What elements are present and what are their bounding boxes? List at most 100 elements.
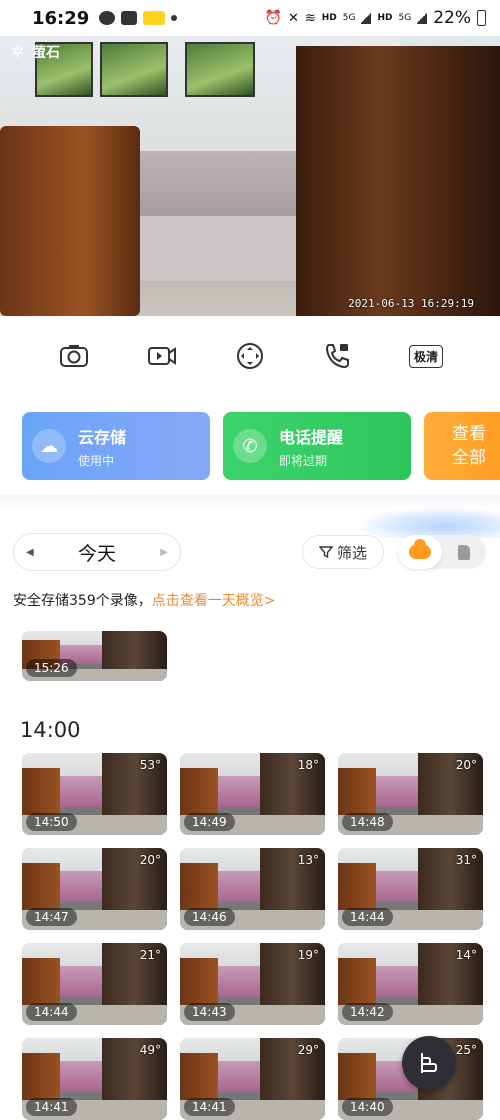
phone-alert-status: 即将过期 — [279, 453, 328, 468]
network-label-2: 5G — [342, 13, 356, 23]
cloud-source-option[interactable] — [398, 535, 442, 569]
recording-time: 14:44 — [26, 1003, 77, 1021]
date-selector[interactable]: ◀ 今天 ▶ — [13, 533, 181, 571]
view-all-line2: 全部 — [452, 448, 486, 468]
cloud-storage-title: 云存储 — [78, 427, 127, 447]
recording-angle: 20° — [139, 853, 161, 867]
network-label-1: HD — [321, 13, 337, 23]
recording-time: 14:41 — [184, 1098, 235, 1116]
ezviz-logo-icon: ✲ — [11, 42, 25, 61]
filter-button[interactable]: 筛选 — [302, 535, 384, 569]
timeline-icon — [421, 1053, 437, 1073]
network-label-3: HD — [377, 13, 393, 23]
cloud-icon — [409, 539, 431, 559]
recording-thumbnail[interactable]: 31° 14:44 — [338, 848, 483, 930]
recording-time: 15:26 — [26, 659, 77, 677]
summary-text: 安全存储359个录像， — [13, 593, 152, 609]
battery-icon — [477, 10, 486, 26]
recording-time: 14:43 — [184, 1003, 235, 1021]
recording-time: 14:44 — [342, 908, 393, 926]
recording-time: 14:47 — [26, 908, 77, 926]
cloud-storage-status: 使用中 — [78, 453, 115, 468]
recording-time: 14:46 — [184, 908, 235, 926]
recording-angle: 13° — [297, 853, 319, 867]
date-label: 今天 — [77, 542, 116, 565]
cloud-storage-card[interactable]: ☁ 云存储 使用中 — [22, 412, 210, 480]
view-all-line1: 查看 — [452, 424, 486, 444]
clock: 16:29 — [32, 7, 90, 29]
notification-icons — [99, 11, 178, 25]
more-notifications-icon — [171, 15, 178, 21]
wechat-icon — [99, 11, 116, 25]
signal-icon — [361, 12, 372, 24]
live-video-player[interactable]: ✲ 萤石 2021-06-13 16:29:19 — [0, 36, 500, 316]
signal-icon-2 — [417, 12, 428, 24]
brand-logo: ✲ 萤石 — [8, 42, 60, 62]
recording-thumbnail[interactable]: 29° 14:41 — [180, 1038, 325, 1120]
filter-icon — [318, 546, 333, 559]
alarm-icon: ⏰ — [264, 10, 282, 26]
status-bar: 16:29 ⏰ ✕ ≋ HD 5G HD 5G 22% — [0, 0, 500, 36]
view-all-card[interactable]: 查看 全部 — [424, 412, 500, 480]
fullscreen-focus-icon — [237, 343, 263, 369]
recording-time: 14:50 — [26, 813, 77, 831]
status-right: ⏰ ✕ ≋ HD 5G HD 5G 22% — [265, 8, 486, 28]
mute-icon: ✕ — [287, 10, 299, 26]
recording-time: 14:41 — [26, 1098, 77, 1116]
sd-card-icon — [458, 544, 470, 560]
recording-angle: 20° — [455, 758, 477, 772]
date-filter-row: ◀ 今天 ▶ 筛选 — [0, 533, 500, 573]
ptz-control-button[interactable] — [232, 338, 268, 374]
recording-thumbnail[interactable]: 21° 14:44 — [22, 943, 167, 1025]
sd-card-source-option[interactable] — [442, 535, 486, 569]
recording-angle: 19° — [297, 948, 319, 962]
quality-selector[interactable]: 极清 — [408, 338, 444, 374]
recording-time: 14:42 — [342, 1003, 393, 1021]
recording-thumbnail[interactable]: 13° 14:46 — [180, 848, 325, 930]
recording-thumbnail[interactable]: 49° 14:41 — [22, 1038, 167, 1120]
recording-thumbnail[interactable]: 20° 14:47 — [22, 848, 167, 930]
quality-label: 极清 — [408, 344, 443, 368]
screenshot-button[interactable] — [56, 338, 92, 374]
section-divider — [0, 495, 500, 509]
video-call-button[interactable] — [320, 338, 356, 374]
day-overview-link[interactable]: 点击查看一天概览> — [152, 593, 276, 609]
timeline-toggle-button[interactable] — [402, 1036, 456, 1090]
recording-angle: 21° — [139, 948, 161, 962]
recording-angle: 18° — [297, 758, 319, 772]
recording-angle: 25° — [455, 1043, 477, 1057]
recording-time: 14:40 — [342, 1098, 393, 1116]
recording-thumbnail[interactable]: 19° 14:43 — [180, 943, 325, 1025]
brand-name: 萤石 — [32, 45, 60, 61]
network-label-4: 5G — [398, 13, 412, 23]
battery-level: 22% — [433, 8, 471, 28]
recording-thumbnail[interactable]: 14° 14:42 — [338, 943, 483, 1025]
recording-angle: 53° — [139, 758, 161, 772]
next-day-icon[interactable]: ▶ — [160, 547, 168, 558]
recording-thumbnail[interactable]: 15:26 — [22, 631, 167, 681]
storage-summary: 安全存储359个录像，点击查看一天概览> — [13, 590, 275, 610]
cloud-upload-icon: ☁ — [32, 429, 66, 463]
recording-thumbnail[interactable]: 20° 14:48 — [338, 753, 483, 835]
phone-alert-title: 电话提醒 — [279, 427, 344, 447]
record-button[interactable] — [144, 338, 180, 374]
video-call-icon — [325, 344, 349, 369]
recording-time: 14:49 — [184, 813, 235, 831]
hour-group-label: 14:00 — [20, 718, 81, 742]
camera-icon — [60, 345, 88, 367]
storage-source-toggle — [398, 535, 486, 569]
wifi-icon: ≋ — [304, 10, 316, 26]
message-icon — [121, 11, 138, 25]
recording-thumbnail[interactable]: 53° 14:50 — [22, 753, 167, 835]
phone-alert-card[interactable]: ✆ 电话提醒 即将过期 — [223, 412, 411, 480]
meituan-icon — [143, 11, 166, 25]
recording-angle: 31° — [455, 853, 477, 867]
prev-day-icon[interactable]: ◀ — [26, 547, 34, 558]
record-video-icon — [148, 347, 176, 365]
recording-thumbnail[interactable]: 18° 14:49 — [180, 753, 325, 835]
recording-angle: 49° — [139, 1043, 161, 1057]
recording-angle: 29° — [297, 1043, 319, 1057]
phone-icon: ✆ — [233, 429, 267, 463]
video-timestamp: 2021-06-13 16:29:19 — [348, 297, 474, 310]
video-toolbar: 极清 — [0, 316, 500, 396]
